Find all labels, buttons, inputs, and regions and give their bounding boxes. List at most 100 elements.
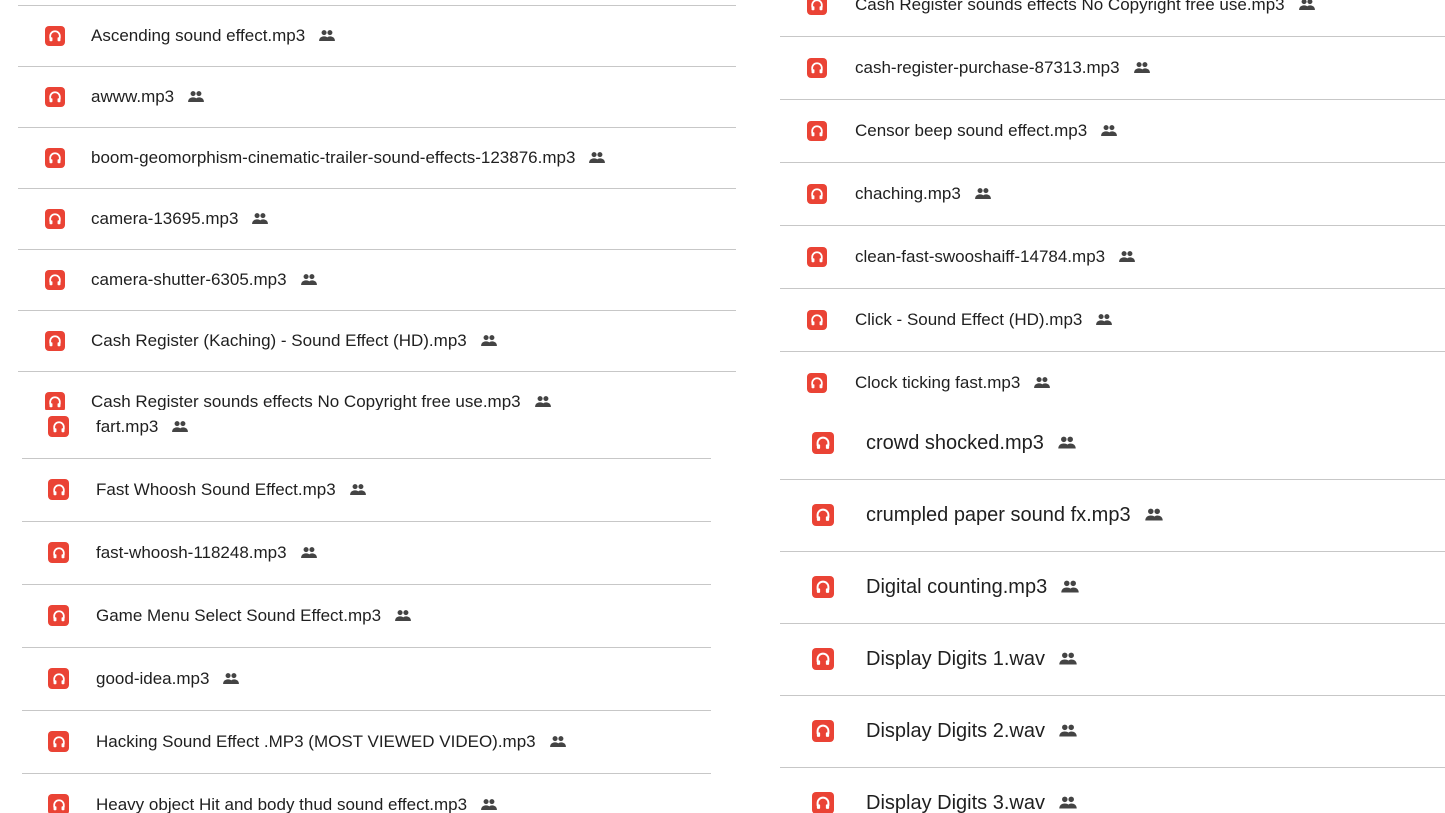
file-name: crowd shocked.mp3 [866, 431, 1044, 454]
audio-file-icon [45, 208, 65, 229]
file-name: boom-geomorphism-cinematic-trailer-sound… [91, 147, 576, 167]
shared-people-icon [479, 795, 499, 813]
file-name: Censor beep sound effect.mp3 [855, 120, 1088, 140]
file-list-panel-3: Cash Register sounds effects No Copyrigh… [780, 0, 1445, 410]
file-name: Cash Register sounds effects No Copyrigh… [91, 391, 521, 411]
file-row[interactable]: Cash Register sounds effects No Copyrigh… [18, 371, 736, 410]
file-name: Display Digits 1.wav [866, 647, 1045, 670]
file-name: Heavy object Hit and body thud sound eff… [96, 794, 468, 813]
shared-people-icon [393, 606, 413, 626]
audio-file-icon [812, 576, 834, 598]
file-row[interactable]: Heavy object Hit and body thud sound eff… [22, 773, 711, 813]
file-row[interactable]: Game Menu Select Sound Effect.mp3 [22, 584, 711, 647]
shared-people-icon [533, 392, 553, 411]
shared-people-icon [1297, 0, 1317, 15]
shared-people-icon [1143, 504, 1165, 526]
audio-file-icon [807, 120, 827, 141]
file-row[interactable]: good-idea.mp3 [22, 647, 711, 710]
file-name: Clock ticking fast.mp3 [855, 372, 1021, 392]
shared-people-icon [348, 480, 368, 500]
file-row[interactable]: Display Digits 1.wav [780, 623, 1445, 695]
shared-people-icon [170, 417, 190, 437]
audio-file-icon [48, 416, 69, 437]
audio-file-icon [45, 330, 65, 351]
file-row[interactable]: Display Digits 3.wav [780, 767, 1445, 813]
file-list-panel-1: Ascending sound effect.mp3 awww.mp3 boom-g… [18, 0, 736, 410]
audio-file-icon [807, 246, 827, 267]
file-name: Display Digits 2.wav [866, 719, 1045, 742]
file-row[interactable]: Clock ticking fast.mp3 [780, 351, 1445, 410]
audio-file-icon [48, 605, 69, 626]
file-row[interactable]: fast-whoosh-118248.mp3 [22, 521, 711, 584]
file-name: fart.mp3 [96, 416, 159, 436]
file-row[interactable]: Click - Sound Effect (HD).mp3 [780, 288, 1445, 351]
shared-people-icon [587, 148, 607, 168]
file-name: Display Digits 3.wav [866, 791, 1045, 813]
file-row[interactable]: clean-fast-swooshaiff-14784.mp3 [780, 225, 1445, 288]
shared-people-icon [299, 270, 319, 290]
file-row[interactable]: Cash Register (Kaching) - Sound Effect (… [18, 310, 736, 371]
audio-file-icon [45, 86, 65, 107]
shared-people-icon [299, 543, 319, 563]
shared-people-icon [250, 209, 270, 229]
shared-people-icon [1057, 792, 1079, 813]
file-row[interactable]: Hacking Sound Effect .MP3 (MOST VIEWED V… [22, 710, 711, 773]
file-row[interactable]: Cash Register sounds effects No Copyrigh… [780, 0, 1445, 36]
shared-people-icon [973, 184, 993, 204]
audio-file-icon [812, 432, 834, 454]
audio-file-icon [812, 720, 834, 742]
audio-file-icon [48, 668, 69, 689]
audio-file-icon [812, 504, 834, 526]
shared-people-icon [548, 732, 568, 752]
file-row[interactable]: crumpled paper sound fx.mp3 [780, 479, 1445, 551]
shared-people-icon [1132, 58, 1152, 78]
file-row[interactable]: chaching.mp3 [780, 162, 1445, 225]
shared-people-icon [317, 26, 337, 46]
audio-file-icon [45, 25, 65, 46]
file-row[interactable]: boom-geomorphism-cinematic-trailer-sound… [18, 127, 736, 188]
file-row[interactable]: Censor beep sound effect.mp3 [780, 99, 1445, 162]
file-name: Fast Whoosh Sound Effect.mp3 [96, 479, 336, 499]
file-row[interactable]: fart.mp3 [22, 410, 711, 458]
shared-people-icon [1099, 121, 1119, 141]
file-row[interactable]: Display Digits 2.wav [780, 695, 1445, 767]
shared-people-icon [1056, 432, 1078, 454]
audio-file-icon [48, 542, 69, 563]
shared-people-icon [1057, 720, 1079, 742]
file-row[interactable]: Ascending sound effect.mp3 [18, 5, 736, 66]
file-name: camera-13695.mp3 [91, 208, 239, 228]
file-row[interactable]: camera-shutter-6305.mp3 [18, 249, 736, 310]
file-name: Ascending sound effect.mp3 [91, 25, 306, 45]
audio-file-icon [807, 57, 827, 78]
shared-people-icon [1059, 576, 1081, 598]
audio-file-icon [807, 183, 827, 204]
shared-people-icon [186, 87, 206, 107]
audio-file-icon [807, 372, 827, 393]
file-row[interactable]: crowd shocked.mp3 [780, 410, 1445, 479]
file-row[interactable]: awww.mp3 [18, 66, 736, 127]
shared-people-icon [479, 331, 499, 351]
file-list-panel-2: fart.mp3 Fast Whoosh Sound Effect.mp3 fast… [22, 410, 711, 813]
file-list-panel-4: crowd shocked.mp3 crumpled paper sound fx… [780, 410, 1445, 813]
file-name: awww.mp3 [91, 86, 175, 106]
file-name: Click - Sound Effect (HD).mp3 [855, 309, 1083, 329]
file-row[interactable]: cash-register-purchase-87313.mp3 [780, 36, 1445, 99]
audio-file-icon [48, 479, 69, 500]
file-row[interactable]: camera-13695.mp3 [18, 188, 736, 249]
audio-file-icon [812, 792, 834, 813]
shared-people-icon [1094, 310, 1114, 330]
file-name: Cash Register sounds effects No Copyrigh… [855, 0, 1285, 14]
audio-file-icon [45, 147, 65, 168]
file-name: Game Menu Select Sound Effect.mp3 [96, 605, 382, 625]
file-row[interactable]: Digital counting.mp3 [780, 551, 1445, 623]
file-name: chaching.mp3 [855, 183, 961, 203]
row-divider [18, 5, 736, 6]
file-name: fast-whoosh-118248.mp3 [96, 542, 287, 562]
file-name: crumpled paper sound fx.mp3 [866, 503, 1131, 526]
file-name: cash-register-purchase-87313.mp3 [855, 57, 1120, 77]
audio-file-icon [812, 648, 834, 670]
shared-people-icon [1032, 373, 1052, 393]
file-name: Hacking Sound Effect .MP3 (MOST VIEWED V… [96, 731, 536, 751]
shared-people-icon [1057, 648, 1079, 670]
file-row[interactable]: Fast Whoosh Sound Effect.mp3 [22, 458, 711, 521]
